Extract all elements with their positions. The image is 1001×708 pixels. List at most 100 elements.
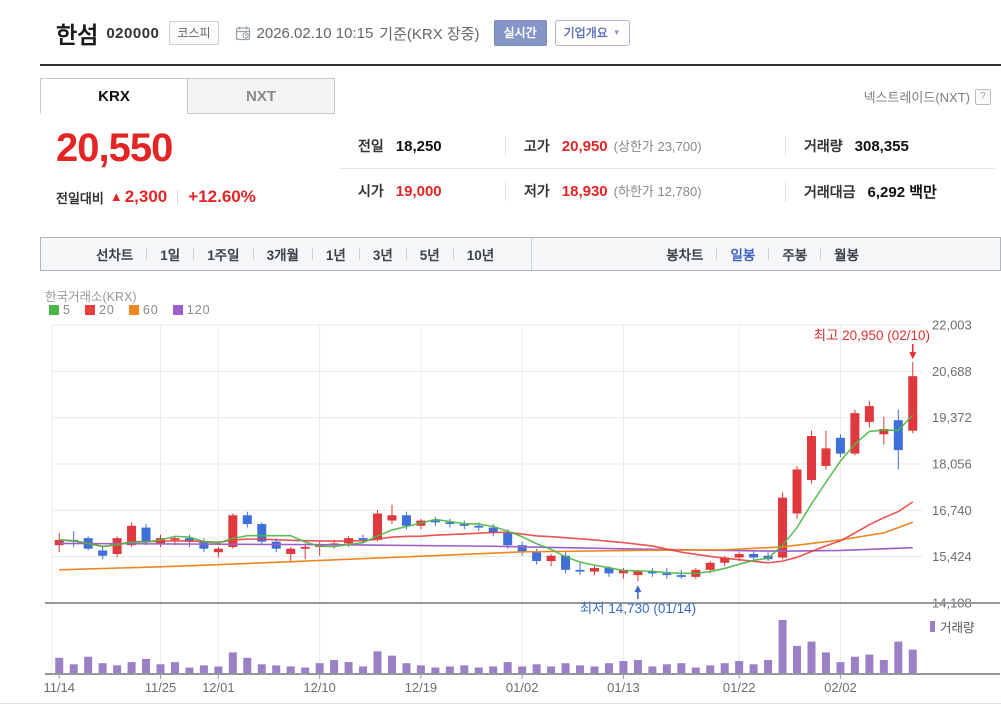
x-axis-label: 12/10 [303,680,336,695]
candle-chart-button[interactable]: 봉차트 [653,244,716,264]
candlestick [734,553,744,558]
tab-nxt[interactable]: NXT [187,78,335,114]
quote-timestamp: 2026.02.10 10:15 [256,24,374,42]
candlestick [358,538,368,540]
chart-toolbar: 선차트 1일 1주일 3개월 1년 3년 5년 10년 봉차트 일봉 주봉 월봉 [40,237,1001,271]
y-axis-label: 15,424 [932,549,972,564]
period-daily-button[interactable]: 일봉 [717,244,768,264]
volume-bar [778,620,787,674]
candlestick [633,571,643,576]
volume-bar [720,663,729,674]
x-axis-label: 12/19 [405,680,438,695]
candlestick [749,553,759,558]
range-5y-button[interactable]: 5년 [407,244,453,264]
candle-period-group: 봉차트 일봉 주봉 월봉 [653,238,872,270]
volume-bar [706,665,715,674]
high-annotation: 최고 20,950 (02/10) [814,328,930,343]
upper-limit-value: (상한가 23,700) [613,139,702,154]
line-chart-button[interactable]: 선차트 [83,244,146,264]
volume-bar [170,662,179,674]
volume-bar [821,652,830,674]
info-row-2: 시가 19,000 저가 18,930 (하한가 12,780) 거래대금 6,… [340,169,995,213]
candlestick [98,550,108,556]
nextrade-link[interactable]: 넥스트레이드(NXT) ? [864,87,991,106]
volume-bar [677,663,686,674]
x-axis-label: 11/25 [145,680,177,695]
open-value: 19,000 [395,183,442,200]
change-label: 전일대비 [56,191,104,206]
candlestick [387,515,397,521]
candlestick [503,532,513,546]
low-cell: 저가 18,930 (하한가 12,780) [505,181,785,201]
volume-bar [373,651,382,674]
volume-legend-label: 거래량 [940,621,975,635]
high-arrow-icon [909,352,917,360]
candlestick [546,555,556,562]
current-price: 20,550 [56,126,173,170]
volume-bar [445,666,454,674]
volume-bar [330,659,339,674]
volume-bar [576,665,585,674]
candlestick [401,515,411,526]
company-overview-label: 기업개요 [563,26,608,40]
volume-bar [764,659,773,674]
nextrade-link-label: 넥스트레이드(NXT) [863,90,970,105]
volume-bar [749,664,758,674]
range-3m-button[interactable]: 3개월 [254,244,312,264]
volume-bar [98,663,107,674]
exchange-tabs: KRX NXT 넥스트레이드(NXT) ? [40,78,1001,116]
candlestick [575,569,585,572]
quote-timestamp-basis: 기준(KRX 장중) [379,25,480,43]
volume-bar [69,664,78,674]
volume-bar [908,649,917,674]
period-weekly-button[interactable]: 주봉 [769,244,820,264]
period-monthly-button[interactable]: 월봉 [821,244,872,264]
y-axis-label: 22,003 [932,318,972,333]
high-value: 20,950 [561,138,608,155]
volume-bar [662,664,671,674]
tab-krx[interactable]: KRX [40,78,188,114]
change-value: 2,300 [124,186,168,206]
company-overview-button[interactable]: 기업개요 ▼ [554,20,630,46]
volume-bar [257,664,266,674]
volume-bar [619,661,628,674]
candlestick [807,436,816,481]
volume-bar [561,663,570,674]
volume-bar [142,658,151,674]
volume-bar [315,663,324,674]
range-1w-button[interactable]: 1주일 [194,244,252,264]
volume-bar [648,666,657,674]
prev-close-value: 18,250 [395,138,442,155]
chevron-down-icon: ▼ [612,28,621,37]
volume-bar [127,662,136,674]
range-1y-button[interactable]: 1년 [313,244,359,264]
candlestick [112,538,122,554]
price-change-line: 전일대비 ▲ 2,300 +12.60% [56,186,256,207]
quote-info-table: 전일 18,250 고가 20,950 (상한가 23,700) 거래량 308… [340,124,995,213]
volume-bar [894,641,903,674]
market-badge: 코스피 [169,21,219,45]
candlestick [242,515,252,525]
volume-bar [735,661,744,674]
info-row-1: 전일 18,250 고가 20,950 (상한가 23,700) 거래량 308… [340,124,995,169]
candlestick [662,573,672,576]
candlestick [170,538,180,540]
x-axis-label: 01/22 [723,680,756,695]
volume-bar [532,664,541,674]
candlestick [300,546,310,549]
volume-bar [272,665,281,674]
range-3y-button[interactable]: 3년 [360,244,406,264]
range-10y-button[interactable]: 10년 [454,244,507,264]
x-axis-label: 01/13 [607,680,640,695]
realtime-button[interactable]: 실시간 [493,20,547,46]
volume-bar [359,666,368,674]
stock-quote-page: 한섬 020000 코스피 2026.02.10 10:15 기준(KRX 장중… [0,0,1001,708]
change-percent: +12.60% [188,186,256,206]
range-1d-button[interactable]: 1일 [147,244,193,264]
up-arrow-icon: ▲ [109,189,123,204]
prev-close-label: 전일 [358,138,384,154]
volume-bar [344,662,353,674]
candlestick [141,527,151,542]
help-icon[interactable]: ? [975,88,991,105]
y-axis-label: 20,688 [932,364,972,379]
